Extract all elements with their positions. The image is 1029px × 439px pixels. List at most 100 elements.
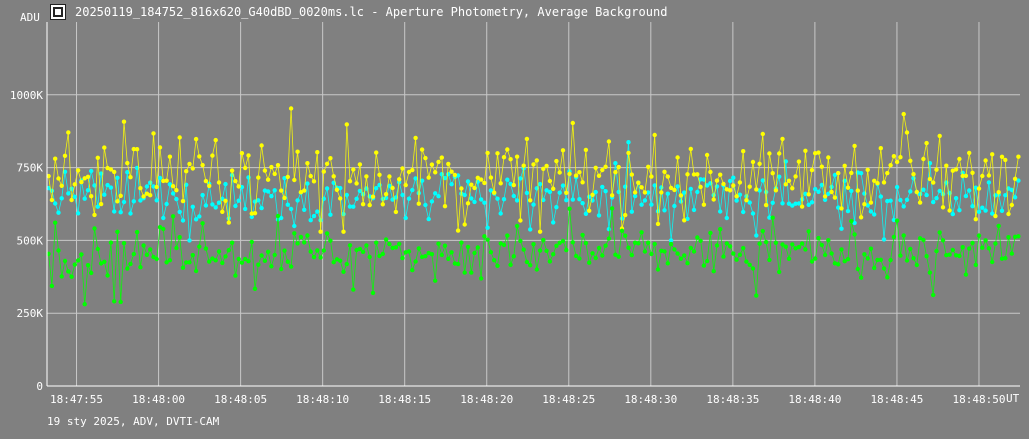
data-point [760, 178, 765, 183]
data-point [718, 172, 723, 177]
data-point [528, 198, 533, 203]
data-point [747, 262, 752, 267]
data-point [455, 228, 461, 233]
data-point [256, 198, 261, 203]
data-point [813, 256, 818, 261]
data-point [1016, 234, 1021, 239]
data-point [200, 162, 205, 168]
data-point [931, 292, 936, 298]
data-point [639, 185, 644, 190]
data-point [770, 200, 775, 205]
data-point [236, 198, 241, 203]
data-point [285, 174, 290, 180]
data-point [547, 259, 553, 264]
data-point [695, 235, 700, 240]
data-point [56, 248, 61, 253]
data-point [957, 253, 962, 259]
data-point [311, 254, 317, 260]
data-point [66, 191, 71, 196]
data-point [403, 182, 408, 188]
data-point [360, 249, 366, 255]
data-point [999, 154, 1005, 159]
data-point [387, 174, 392, 179]
data-point [144, 252, 150, 257]
data-point [940, 205, 946, 210]
data-point [213, 205, 218, 210]
data-point [436, 241, 441, 246]
data-point [990, 259, 995, 265]
data-point [937, 230, 942, 235]
data-point [672, 187, 677, 193]
data-point [711, 269, 716, 274]
data-point [98, 201, 104, 207]
data-point [213, 137, 218, 143]
y-tick-label: 1000K [10, 89, 43, 102]
data-point [351, 204, 356, 209]
data-point [763, 202, 769, 208]
data-point [580, 201, 585, 206]
axes: 0 250K 500K 750K 1000K 18:47:55 18:48:00 18:48:… [10, 22, 1020, 406]
data-point [773, 188, 779, 193]
data-point [170, 191, 176, 196]
data-point [357, 162, 363, 167]
data-point [508, 262, 513, 267]
data-point [858, 215, 864, 220]
x-tick-label: 18:48:10 [296, 393, 349, 406]
data-point [203, 178, 209, 184]
data-point [593, 255, 598, 261]
data-point [524, 136, 530, 142]
data-point [265, 189, 271, 194]
data-point [862, 202, 867, 207]
data-point [816, 189, 821, 194]
data-point [803, 247, 808, 252]
data-point [292, 231, 297, 236]
data-point [839, 247, 844, 252]
data-point [285, 202, 290, 207]
data-point [711, 197, 716, 202]
data-point [986, 246, 992, 251]
data-point [741, 245, 746, 251]
data-point [652, 132, 657, 138]
data-point [331, 174, 336, 179]
data-series [46, 106, 1021, 307]
data-point [829, 251, 834, 256]
data-point [960, 245, 965, 250]
data-point [89, 168, 94, 174]
data-point [334, 187, 340, 192]
data-point [400, 192, 405, 198]
data-point [590, 251, 595, 256]
data-point [272, 252, 277, 258]
data-point [544, 248, 549, 253]
data-point [662, 169, 667, 174]
data-point [112, 209, 117, 214]
data-point [229, 240, 235, 245]
data-point [560, 183, 566, 188]
data-point [891, 234, 897, 240]
data-point [822, 252, 828, 258]
data-point [246, 153, 251, 158]
data-point [226, 248, 231, 253]
data-point [780, 201, 785, 206]
data-point [714, 243, 720, 248]
data-point [636, 241, 641, 246]
data-point [528, 227, 533, 232]
data-point [894, 159, 900, 165]
data-point [888, 163, 893, 168]
data-point [433, 191, 438, 196]
data-point [737, 252, 743, 257]
data-point [908, 246, 913, 252]
data-point [744, 259, 749, 264]
data-point [573, 173, 579, 178]
data-point [433, 170, 438, 175]
data-point [901, 111, 906, 117]
data-point [148, 180, 153, 185]
data-point [783, 244, 788, 249]
data-point [82, 302, 87, 307]
data-point [164, 201, 169, 207]
data-point [148, 193, 153, 198]
data-point [757, 161, 762, 166]
data-point [131, 251, 136, 257]
data-point [560, 238, 566, 244]
data-point [541, 166, 546, 171]
data-point [400, 166, 405, 171]
